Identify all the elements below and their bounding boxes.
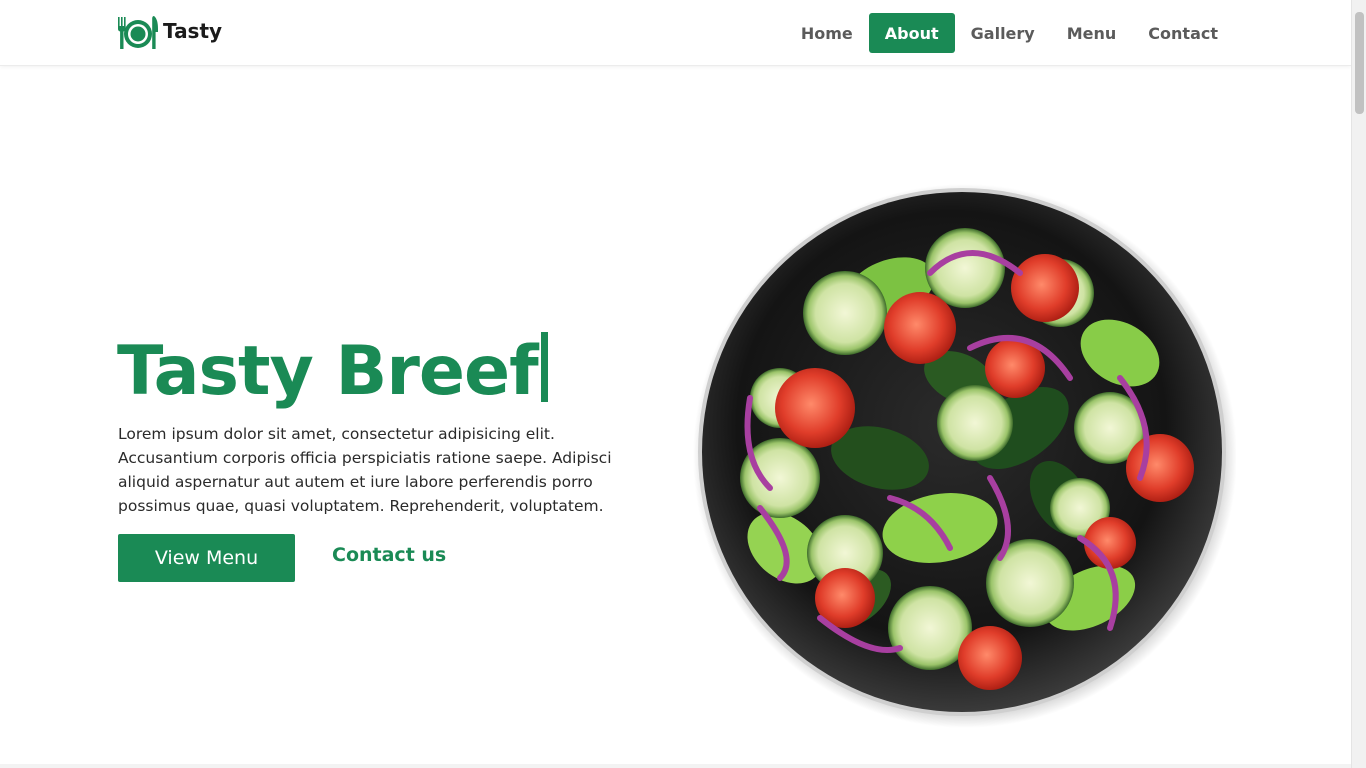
brand-name: Tasty — [163, 19, 223, 43]
nav-contact[interactable]: Contact — [1132, 13, 1234, 53]
contact-us-link[interactable]: Contact us — [332, 544, 446, 572]
view-menu-button[interactable]: View Menu — [118, 534, 295, 582]
section-divider — [0, 764, 1351, 768]
vertical-scrollbar[interactable] — [1351, 0, 1366, 768]
scrollbar-thumb[interactable] — [1355, 12, 1364, 114]
main-nav: Home About Gallery Menu Contact — [785, 13, 1234, 53]
typing-caret — [540, 332, 548, 402]
hero-description: Lorem ipsum dolor sit amet, consectetur … — [118, 425, 612, 515]
plate-cutlery-icon — [118, 16, 158, 49]
hero-title-text: Tasty Breef — [117, 332, 539, 411]
salad-bowl-image — [693, 184, 1236, 728]
brand[interactable]: Tasty — [117, 15, 222, 51]
hero-title: Tasty Breef — [117, 332, 548, 412]
nav-menu[interactable]: Menu — [1051, 13, 1133, 53]
nav-home[interactable]: Home — [785, 13, 869, 53]
top-navbar: Tasty Home About Gallery Menu Contact — [0, 0, 1351, 66]
nav-about[interactable]: About — [868, 13, 955, 53]
nav-gallery[interactable]: Gallery — [955, 13, 1051, 53]
